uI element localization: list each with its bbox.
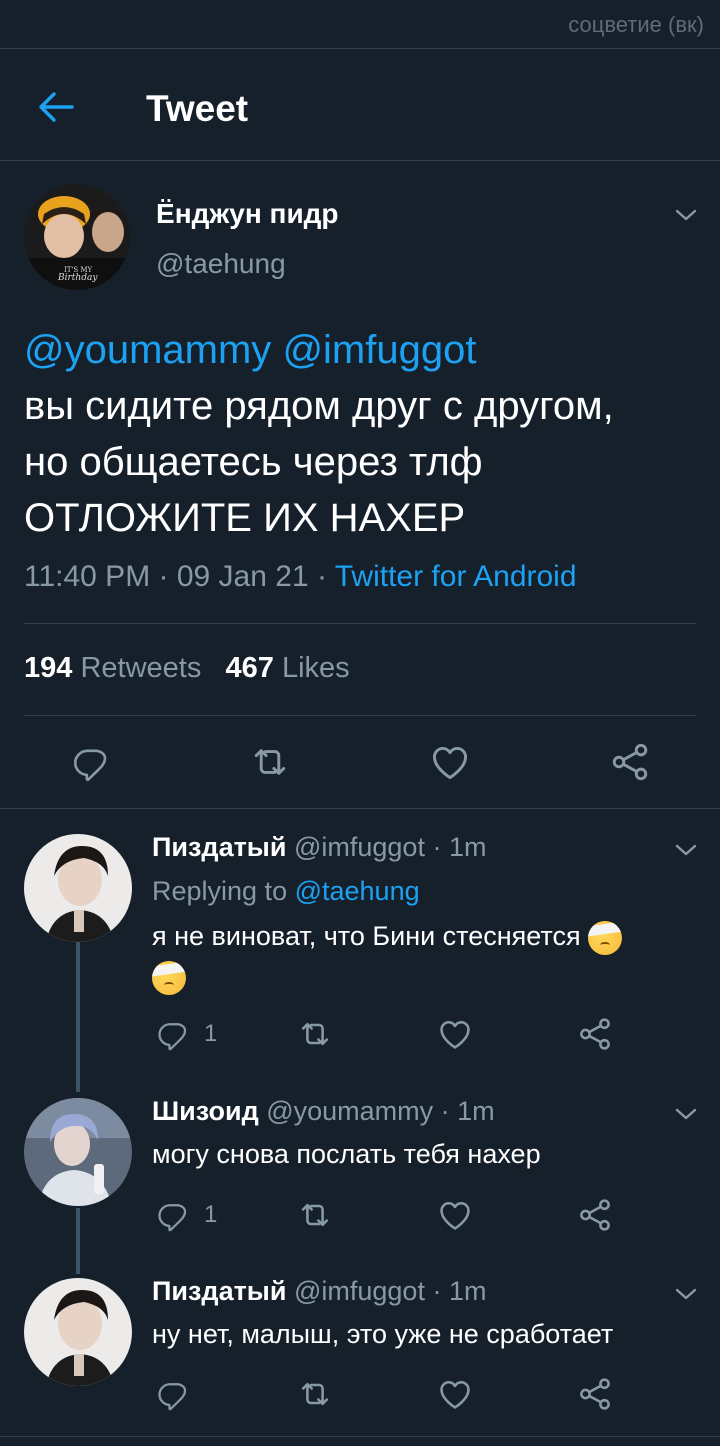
chevron-down-icon[interactable] (673, 205, 699, 225)
avatar[interactable] (24, 1278, 132, 1386)
reply-icon[interactable] (155, 1015, 191, 1051)
divider (0, 808, 720, 809)
divider (24, 623, 696, 624)
heart-icon[interactable] (436, 1015, 474, 1053)
divider (24, 715, 696, 716)
reply-text: я не виноват, что Бини стесняется (152, 916, 682, 996)
author-handle[interactable]: @taehung (156, 248, 286, 280)
reply-handle-time: @imfuggot · 1m (293, 832, 487, 862)
reply-icon[interactable] (70, 740, 112, 782)
reply-header: Пиздатый @imfuggot · 1m (152, 1276, 486, 1307)
face-with-head-bandage-icon (588, 920, 623, 955)
likes-label: Likes (281, 652, 350, 684)
replying-to: Replying to @taehung (152, 876, 420, 907)
retweet-icon[interactable] (296, 1015, 334, 1053)
tweet-line: но общаетесь через тлф (24, 440, 483, 484)
timestamp: 11:40 PM · 09 Jan 21 · (24, 560, 335, 593)
author-name[interactable]: Ёнджун пидр (156, 198, 339, 230)
reply-author-name[interactable]: Шизоид (152, 1096, 259, 1126)
chevron-down-icon[interactable] (673, 1104, 699, 1124)
tweet-text: @youmammy @imfuggot вы сидите рядом друг… (24, 322, 704, 546)
heart-icon[interactable] (436, 1196, 474, 1234)
reply-icon[interactable] (155, 1375, 191, 1411)
mention-link[interactable]: @youmammy (24, 328, 271, 372)
reply-count: 1 (204, 1201, 218, 1228)
thread-line (76, 1208, 80, 1274)
reply-header: Шизоид @youmammy · 1m (152, 1096, 495, 1127)
arrow-left-icon[interactable] (36, 88, 76, 126)
retweet-icon[interactable] (296, 1196, 334, 1234)
chevron-down-icon[interactable] (673, 1284, 699, 1304)
reply-text: ну нет, малыш, это уже не сработает (152, 1319, 614, 1349)
page-title: Tweet (146, 88, 249, 129)
reply-author-name[interactable]: Пиздатый (152, 1276, 286, 1306)
avatar[interactable] (24, 834, 132, 942)
heart-icon[interactable] (436, 1375, 474, 1413)
tweet-stats: 194 Retweets 467 Likes (24, 652, 350, 685)
share-icon[interactable] (608, 740, 652, 784)
divider (0, 160, 720, 161)
reply-handle-time: @youmammy · 1m (266, 1096, 495, 1126)
watermark: соцветие (вк) (568, 12, 704, 37)
divider (0, 1436, 720, 1437)
replying-prefix: Replying to (152, 876, 295, 906)
tweet-line: ОТЛОЖИТЕ ИХ НАХЕР (24, 496, 466, 540)
chevron-down-icon[interactable] (673, 840, 699, 860)
reply-header: Пиздатый @imfuggot · 1m (152, 832, 486, 863)
divider (0, 48, 720, 49)
retweets-count: 194 (24, 652, 73, 684)
likes-count: 467 (225, 652, 274, 684)
reply-handle-time: @imfuggot · 1m (293, 1276, 487, 1306)
reply-author-name[interactable]: Пиздатый (152, 832, 286, 862)
retweets-label: Retweets (80, 652, 202, 684)
mention-link[interactable]: @imfuggot (282, 328, 476, 372)
tweet-line: вы сидите рядом друг с другом, (24, 384, 614, 428)
retweet-stat[interactable]: 194 Retweets (24, 652, 201, 684)
reply-count: 1 (204, 1020, 218, 1047)
retweet-icon[interactable] (296, 1375, 334, 1413)
mention-link[interactable]: @taehung (295, 876, 420, 906)
avatar[interactable] (24, 1098, 132, 1206)
svg-text:Birthday: Birthday (57, 273, 98, 283)
face-with-head-bandage-icon (152, 960, 186, 995)
share-icon[interactable] (576, 1196, 614, 1234)
heart-icon[interactable] (428, 740, 472, 784)
reply-icon[interactable] (155, 1196, 191, 1232)
reply-text: могу снова послать тебя нахер (152, 1139, 541, 1169)
thread-line (76, 942, 80, 1092)
reply-text-content: я не виноват, что Бини стесняется (152, 921, 581, 951)
source-link[interactable]: Twitter for Android (335, 560, 577, 593)
tweet-meta: 11:40 PM · 09 Jan 21 · Twitter for Andro… (24, 560, 577, 594)
share-icon[interactable] (576, 1375, 614, 1413)
avatar[interactable]: IT'S MY Birthday (24, 184, 130, 290)
like-stat[interactable]: 467 Likes (226, 652, 350, 684)
retweet-icon[interactable] (248, 740, 292, 784)
share-icon[interactable] (576, 1015, 614, 1053)
